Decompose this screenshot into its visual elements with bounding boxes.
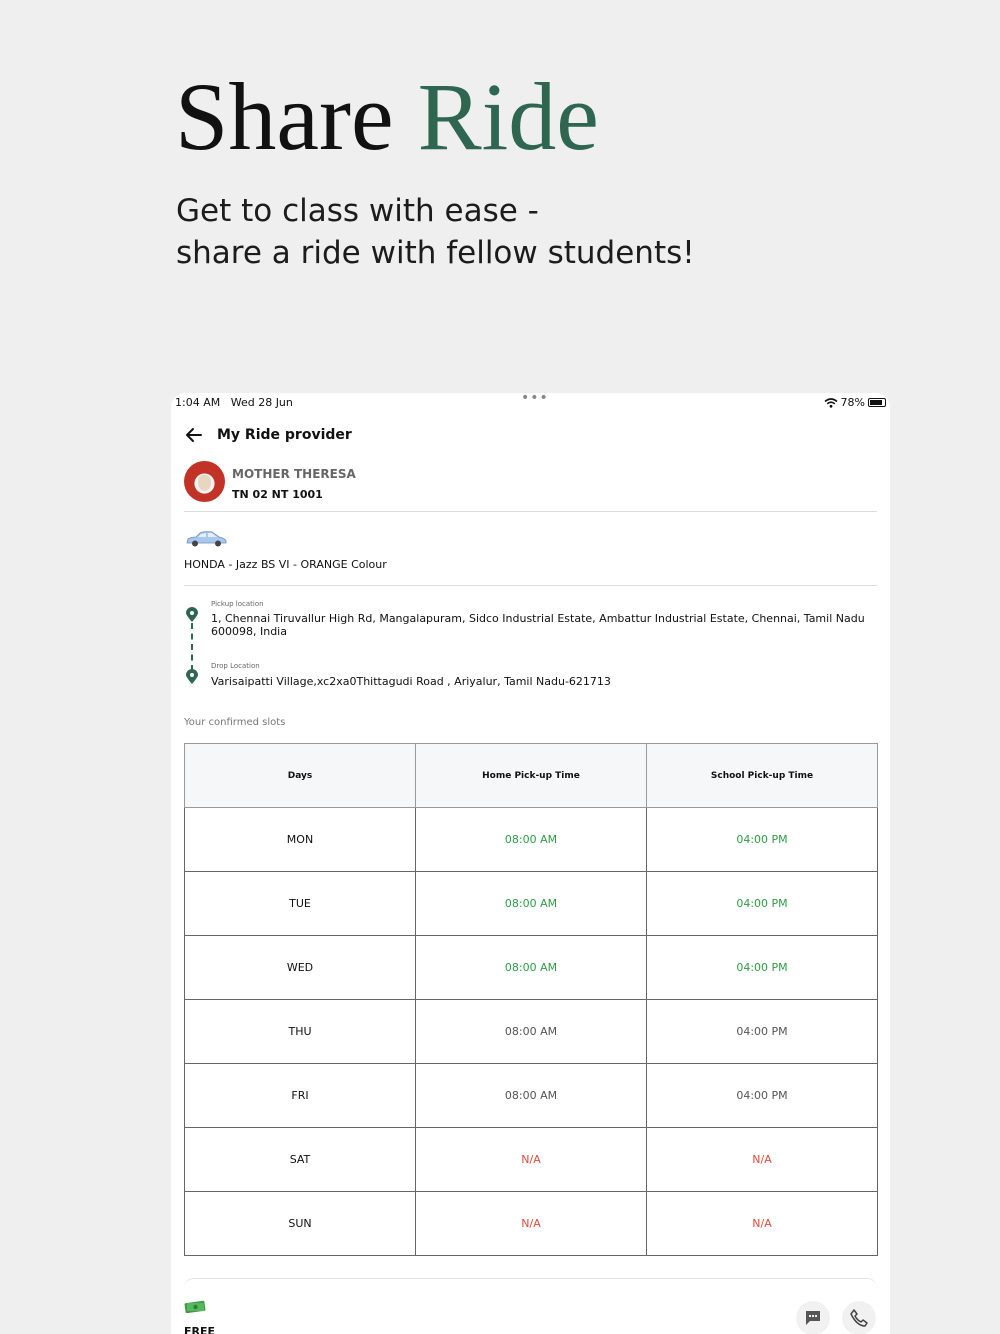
hero-title-main: Share [175, 63, 394, 170]
route-section: Pickup location 1, Chennai Tiruvallur Hi… [184, 600, 877, 690]
car-icon [186, 531, 227, 547]
table-row: MON 08:00 AM 04:00 PM [184, 807, 878, 872]
status-time: 1:04 AM [175, 396, 221, 409]
header-home-pickup: Home Pick-up Time [415, 743, 647, 808]
table-header-row: Days Home Pick-up Time School Pick-up Ti… [184, 743, 878, 808]
fare-footer: FREE [184, 1278, 877, 1334]
home-pickup-cell: 08:00 AM [415, 871, 647, 936]
provider-name: MOTHER THERESA [232, 467, 356, 481]
status-date: Wed 28 Jun [230, 396, 293, 409]
school-pickup-cell: 04:00 PM [646, 935, 878, 1000]
header-days: Days [184, 743, 416, 808]
fare-label: FREE [184, 1325, 216, 1334]
slots-label: Your confirmed slots [184, 717, 286, 728]
page-title: My Ride provider [217, 427, 352, 443]
table-row: THU 08:00 AM 04:00 PM [184, 999, 878, 1064]
provider-card: MOTHER THERESA TN 02 NT 1001 [184, 461, 877, 512]
battery-percent: 78% [840, 396, 865, 409]
nav-bar: My Ride provider [184, 423, 352, 447]
slot-day-cell: WED [184, 935, 416, 1000]
status-bar: 1:04 AM Wed 28 Jun ••• 78% [171, 393, 890, 412]
table-row: FRI 08:00 AM 04:00 PM [184, 1063, 878, 1128]
school-pickup-cell: 04:00 PM [646, 807, 878, 872]
status-right: 78% [824, 396, 886, 409]
vehicle-plate: TN 02 NT 1001 [232, 488, 323, 501]
table-row: SAT N/A N/A [184, 1127, 878, 1192]
header-school-pickup: School Pick-up Time [646, 743, 878, 808]
money-icon [184, 1300, 206, 1313]
slot-day-cell: SUN [184, 1191, 416, 1256]
status-time-date: 1:04 AM Wed 28 Jun [175, 396, 293, 409]
pickup-pin-icon [186, 607, 198, 622]
slot-day-cell: SAT [184, 1127, 416, 1192]
home-pickup-cell: 08:00 AM [415, 999, 647, 1064]
home-pickup-cell: N/A [415, 1127, 647, 1192]
table-row: TUE 08:00 AM 04:00 PM [184, 871, 878, 936]
slot-day-cell: FRI [184, 1063, 416, 1128]
hero-title-accent: Ride [417, 63, 599, 170]
call-button[interactable] [842, 1301, 876, 1334]
home-pickup-cell: 08:00 AM [415, 1063, 647, 1128]
hero-subtitle: Get to class with ease - share a ride wi… [176, 190, 695, 274]
table-row: SUN N/A N/A [184, 1191, 878, 1256]
battery-icon [868, 398, 886, 407]
slots-table: Days Home Pick-up Time School Pick-up Ti… [184, 743, 878, 1256]
slot-day-cell: TUE [184, 871, 416, 936]
slot-day-cell: MON [184, 807, 416, 872]
drop-pin-icon [186, 669, 198, 684]
school-pickup-cell: N/A [646, 1191, 878, 1256]
device-screen: 1:04 AM Wed 28 Jun ••• 78% My Ride provi… [171, 393, 890, 1334]
home-pickup-cell: 08:00 AM [415, 935, 647, 1000]
route-dashed-line [191, 623, 193, 671]
hero-subtitle-line-2: share a ride with fellow students! [176, 235, 695, 271]
school-pickup-cell: 04:00 PM [646, 999, 878, 1064]
back-arrow-icon[interactable] [184, 425, 204, 445]
pickup-label: Pickup location [211, 600, 264, 608]
drop-address: Varisaipatti Village,xc2xa0Thittagudi Ro… [211, 675, 611, 688]
slots-table-body: MON 08:00 AM 04:00 PM TUE 08:00 AM 04:00 PM WE… [184, 807, 878, 1256]
school-pickup-cell: 04:00 PM [646, 1063, 878, 1128]
pickup-address: 1, Chennai Tiruvallur High Rd, Mangalapu… [211, 612, 865, 638]
school-pickup-cell: 04:00 PM [646, 871, 878, 936]
chat-button[interactable] [796, 1301, 830, 1334]
drop-label: Drop Location [211, 662, 260, 670]
vehicle-section: HONDA - Jazz BS VI - ORANGE Colour [184, 513, 877, 586]
hero-title: Share Ride [175, 62, 599, 172]
home-pickup-cell: 08:00 AM [415, 807, 647, 872]
home-pickup-cell: N/A [415, 1191, 647, 1256]
multitask-dots-icon[interactable]: ••• [521, 393, 549, 406]
wifi-icon [824, 397, 838, 408]
school-pickup-cell: N/A [646, 1127, 878, 1192]
vehicle-description: HONDA - Jazz BS VI - ORANGE Colour [184, 558, 387, 571]
hero-subtitle-line-1: Get to class with ease - [176, 193, 539, 229]
phone-icon [850, 1309, 868, 1327]
avatar [184, 461, 225, 502]
chat-icon [806, 1311, 820, 1325]
table-row: WED 08:00 AM 04:00 PM [184, 935, 878, 1000]
slot-day-cell: THU [184, 999, 416, 1064]
